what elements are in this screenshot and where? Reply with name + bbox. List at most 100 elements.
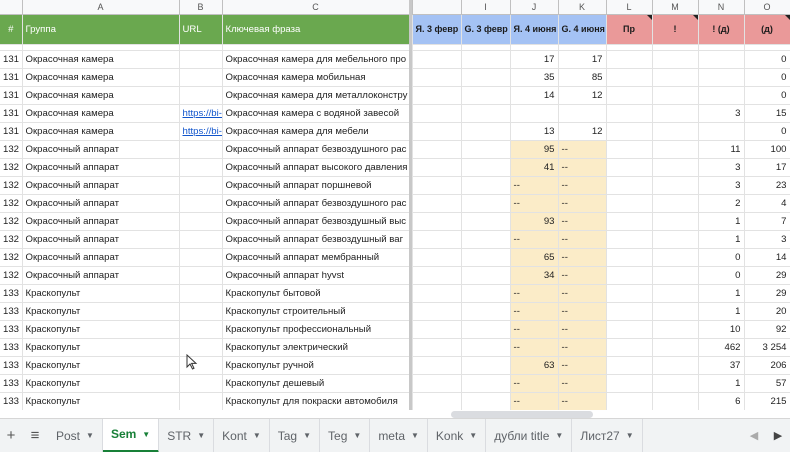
pr-cell[interactable]: [606, 392, 653, 410]
group-number-cell[interactable]: 132: [0, 248, 23, 267]
sheet-tab[interactable]: Sem ▼: [102, 418, 160, 452]
group-number-cell[interactable]: 131: [0, 86, 23, 105]
yandex-feb-cell[interactable]: [412, 374, 462, 393]
header-google-feb[interactable]: G. 3 февр: [461, 14, 511, 45]
group-cell[interactable]: Окрасочный аппарат: [22, 230, 180, 249]
header-group[interactable]: Группа: [22, 14, 180, 45]
google-jun-cell[interactable]: 85: [558, 68, 607, 87]
url-cell[interactable]: [179, 230, 223, 249]
google-jun-cell[interactable]: --: [558, 284, 607, 303]
keyphrase-cell[interactable]: Окрасочный аппарат hyvst: [222, 266, 410, 285]
pr-cell[interactable]: [606, 158, 653, 177]
pr-cell[interactable]: [606, 68, 653, 87]
yandex-jun-cell[interactable]: --: [510, 176, 559, 195]
header-exclamation[interactable]: !: [652, 14, 699, 45]
google-feb-cell[interactable]: [461, 122, 511, 141]
sheet-tab[interactable]: Лист27 ▼: [572, 418, 643, 452]
url-cell[interactable]: [179, 374, 223, 393]
group-number-cell[interactable]: 132: [0, 212, 23, 231]
yandex-feb-cell[interactable]: [412, 104, 462, 123]
url-cell[interactable]: [179, 284, 223, 303]
yandex-jun-cell[interactable]: 95: [510, 140, 559, 159]
yandex-jun-cell[interactable]: --: [510, 320, 559, 339]
google-feb-cell[interactable]: [461, 194, 511, 213]
url-cell[interactable]: [179, 212, 223, 231]
exclamation-d-cell[interactable]: 1: [698, 302, 745, 321]
exclamation-cell[interactable]: [652, 338, 699, 357]
exclamation-cell[interactable]: [652, 176, 699, 195]
keyphrase-cell[interactable]: Окрасочная камера с водяной завесой: [222, 104, 410, 123]
header-phrase[interactable]: Ключевая фраза: [222, 14, 410, 45]
url-cell[interactable]: [179, 140, 223, 159]
google-feb-cell[interactable]: [461, 302, 511, 321]
exclamation-cell[interactable]: [652, 86, 699, 105]
google-feb-cell[interactable]: [461, 140, 511, 159]
yandex-jun-cell[interactable]: 93: [510, 212, 559, 231]
yandex-feb-cell[interactable]: [412, 284, 462, 303]
google-jun-cell[interactable]: --: [558, 140, 607, 159]
yandex-feb-cell[interactable]: [412, 302, 462, 321]
url-cell[interactable]: https://bi-t: [179, 104, 223, 123]
chevron-down-icon[interactable]: ▼: [555, 431, 563, 440]
group-number-cell[interactable]: 133: [0, 392, 23, 410]
column-header[interactable]: [0, 0, 23, 15]
yandex-feb-cell[interactable]: [412, 230, 462, 249]
group-number-cell[interactable]: 131: [0, 68, 23, 87]
yandex-feb-cell[interactable]: [412, 50, 462, 69]
exclamation-d-cell[interactable]: 1: [698, 374, 745, 393]
group-number-cell[interactable]: 133: [0, 356, 23, 375]
yandex-jun-cell[interactable]: --: [510, 284, 559, 303]
pr-cell[interactable]: [606, 248, 653, 267]
yandex-feb-cell[interactable]: [412, 338, 462, 357]
exclamation-cell[interactable]: [652, 212, 699, 231]
exclamation-d-cell[interactable]: 0: [698, 248, 745, 267]
google-feb-cell[interactable]: [461, 284, 511, 303]
google-jun-cell[interactable]: 12: [558, 122, 607, 141]
google-feb-cell[interactable]: [461, 338, 511, 357]
exclamation-cell[interactable]: [652, 320, 699, 339]
header-google-jun[interactable]: G. 4 июня: [558, 14, 607, 45]
yandex-feb-cell[interactable]: [412, 194, 462, 213]
pr-cell[interactable]: [606, 374, 653, 393]
yandex-feb-cell[interactable]: [412, 140, 462, 159]
exclamation-cell[interactable]: [652, 158, 699, 177]
add-sheet-icon[interactable]: +: [0, 419, 22, 452]
group-cell[interactable]: Краскопульт: [22, 392, 180, 410]
pr-cell[interactable]: [606, 50, 653, 69]
column-header[interactable]: [412, 0, 462, 15]
scroll-tabs-left-icon[interactable]: ◀: [742, 419, 766, 452]
pr-cell[interactable]: [606, 284, 653, 303]
yandex-feb-cell[interactable]: [412, 212, 462, 231]
keyphrase-cell[interactable]: Окрасочный аппарат безвоздушного рас: [222, 140, 410, 159]
chevron-down-icon[interactable]: ▼: [86, 431, 94, 440]
chevron-down-icon[interactable]: ▼: [253, 431, 261, 440]
exclamation-cell[interactable]: [652, 50, 699, 69]
pr-cell[interactable]: [606, 194, 653, 213]
url-cell[interactable]: [179, 50, 223, 69]
chevron-down-icon[interactable]: ▼: [197, 431, 205, 440]
exclamation-d-cell[interactable]: 1: [698, 284, 745, 303]
group-number-cell[interactable]: 133: [0, 320, 23, 339]
keyphrase-cell[interactable]: Краскопульт электрический: [222, 338, 410, 357]
column-header[interactable]: A: [22, 0, 180, 15]
keyphrase-cell[interactable]: Краскопульт бытовой: [222, 284, 410, 303]
url-cell[interactable]: [179, 302, 223, 321]
group-cell[interactable]: Краскопульт: [22, 320, 180, 339]
google-feb-cell[interactable]: [461, 176, 511, 195]
exclamation-d-cell[interactable]: 6: [698, 392, 745, 410]
exclamation-cell[interactable]: [652, 284, 699, 303]
group-cell[interactable]: Краскопульт: [22, 338, 180, 357]
pr-cell[interactable]: [606, 212, 653, 231]
url-cell[interactable]: [179, 68, 223, 87]
scroll-tabs-right-icon[interactable]: ▶: [766, 419, 790, 452]
url-cell[interactable]: [179, 176, 223, 195]
url-cell[interactable]: [179, 320, 223, 339]
d-cell[interactable]: 23: [744, 176, 790, 195]
d-cell[interactable]: 29: [744, 284, 790, 303]
keyphrase-cell[interactable]: Окрасочная камера для металлоконстру: [222, 86, 410, 105]
header-pr[interactable]: Пр: [606, 14, 653, 45]
header-url[interactable]: URL: [179, 14, 223, 45]
url-cell[interactable]: [179, 194, 223, 213]
keyphrase-cell[interactable]: Краскопульт профессиональный: [222, 320, 410, 339]
keyphrase-cell[interactable]: Краскопульт для покраски автомобиля: [222, 392, 410, 410]
